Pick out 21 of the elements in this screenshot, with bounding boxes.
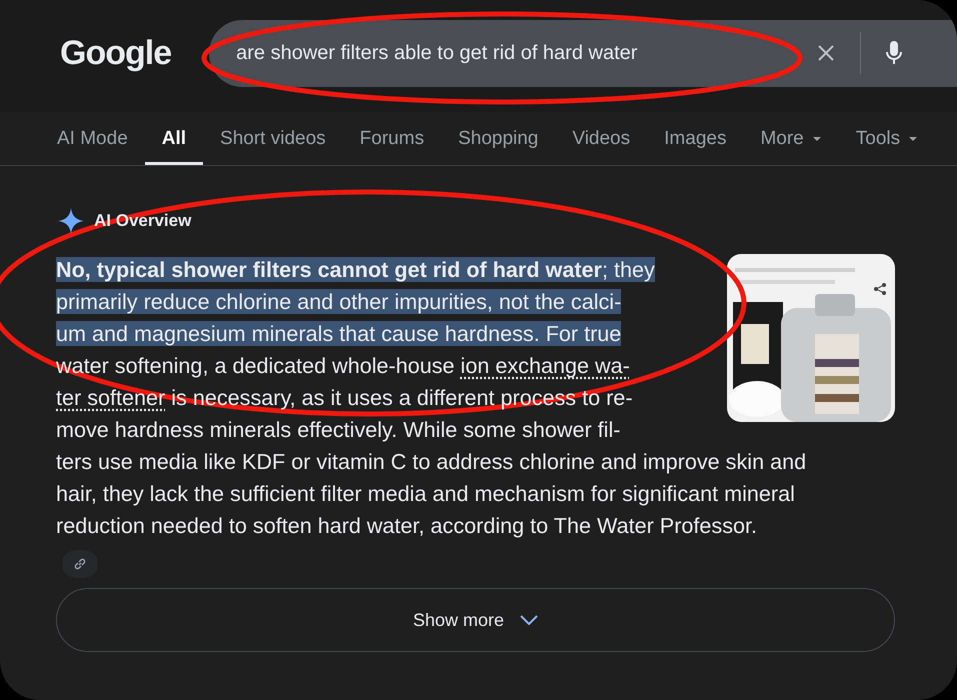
term-link[interactable]: ter softener — [56, 385, 166, 410]
sparkle-icon — [58, 208, 84, 234]
share-icon[interactable] — [873, 282, 887, 296]
search-tab[interactable]: Short videos — [203, 112, 343, 165]
show-more-button[interactable]: Show more — [56, 588, 895, 652]
link-icon — [73, 557, 87, 571]
logo[interactable]: Google — [60, 34, 172, 72]
search-tab[interactable]: All — [144, 112, 204, 165]
link-button[interactable] — [62, 550, 98, 578]
search-tab[interactable]: Forums — [342, 112, 442, 165]
search-tab[interactable]: Shopping — [441, 112, 556, 165]
search-tab[interactable]: Images — [647, 112, 744, 165]
microphone-icon[interactable] — [885, 40, 903, 66]
search-tab[interactable]: Tools — [838, 112, 936, 165]
search-field[interactable]: are shower filters able to get rid of hard water — [209, 20, 957, 86]
search-tab[interactable]: More — [743, 112, 839, 165]
search-tab[interactable]: AI Mode — [40, 112, 145, 165]
term-link[interactable]: ion exchange wa- — [460, 353, 630, 378]
close-icon[interactable] — [816, 43, 836, 63]
chevron-icon — [520, 615, 538, 625]
search-tab[interactable]: Videos — [555, 112, 648, 165]
